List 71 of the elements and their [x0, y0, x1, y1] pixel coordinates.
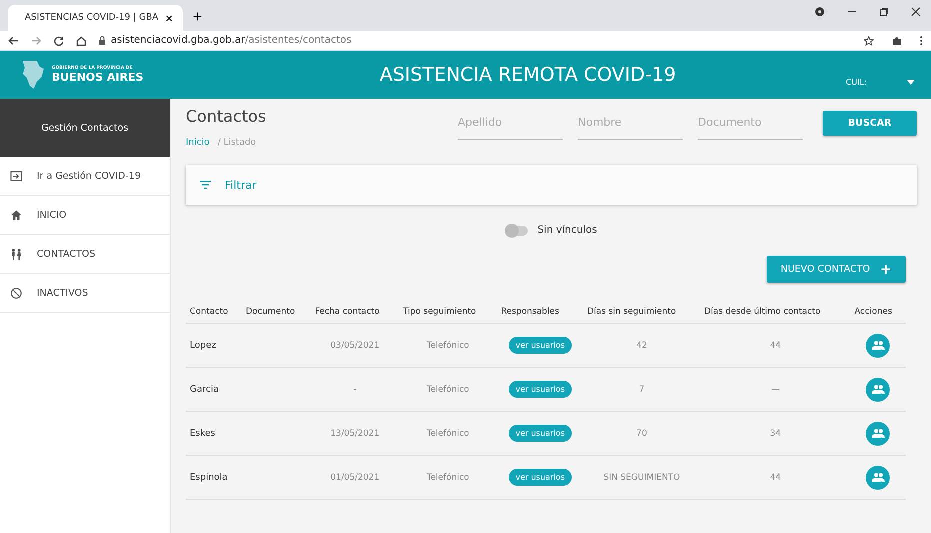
column-header: Fecha contacto	[311, 307, 400, 324]
user-label: CUIL:	[846, 78, 867, 86]
column-header: Días desde último contacto	[700, 307, 851, 324]
back-icon[interactable]	[8, 36, 19, 46]
caret-icon[interactable]	[907, 80, 915, 84]
sidebar-item[interactable]: CONTACTOS	[0, 235, 170, 274]
close-icon[interactable]	[911, 6, 921, 16]
table-cell: Garcia	[186, 368, 242, 412]
people-icon	[10, 248, 23, 260]
sidebar-header: Gestión Contactos	[0, 99, 170, 157]
sidebar-item[interactable]: Ir a Gestión COVID-19	[0, 157, 170, 196]
profile-icon[interactable]	[815, 6, 825, 16]
column-header: Responsables	[497, 307, 584, 324]
block-icon	[10, 286, 23, 300]
filter-icon	[200, 181, 211, 189]
column-header: Días sin seguimiento	[583, 307, 700, 324]
column-header: Contacto	[186, 307, 242, 324]
app-title: ASISTENCIA REMOTA COVID-19	[378, 64, 678, 86]
table-cell: 70	[583, 412, 700, 456]
exit-icon	[10, 170, 23, 182]
tab-close-button[interactable]: ×	[166, 10, 174, 26]
filter-label: Filtrar	[225, 178, 257, 192]
table-cell: SIN SEGUIMIENTO	[583, 456, 700, 500]
url-text[interactable]: asistenciacovid.gba.gob.ar/asistentes/contactos	[111, 35, 352, 46]
contacts-action-button[interactable]	[866, 422, 890, 446]
search-field[interactable]: Documento	[698, 114, 803, 140]
contacts-action-button[interactable]	[866, 334, 890, 358]
toggle-label: Sin vínculos	[538, 225, 598, 236]
map-logo-icon	[20, 59, 46, 91]
table-cell: Telefónico	[399, 368, 498, 412]
table-cell: 34	[700, 412, 851, 456]
restore-icon[interactable]	[879, 6, 889, 16]
star-icon[interactable]	[864, 36, 874, 46]
browser-tab[interactable]: ASISTENCIAS COVID-19 | GBA ×	[8, 5, 183, 31]
contacts-action-button[interactable]	[866, 378, 890, 402]
search-field[interactable]: Apellido	[458, 114, 563, 140]
column-header: Documento	[242, 307, 312, 324]
people-icon	[872, 341, 885, 350]
table-cell: Lopez	[186, 324, 242, 368]
people-icon	[872, 429, 885, 438]
table-cell: Espinola	[186, 456, 242, 500]
more-icon[interactable]	[920, 36, 923, 46]
table-cell: 13/05/2021	[311, 412, 400, 456]
column-header: Acciones	[850, 307, 906, 324]
people-icon	[872, 385, 885, 394]
breadcrumb-item: / Listado	[218, 138, 256, 148]
column-header: Tipo seguimiento	[399, 307, 498, 324]
reload-icon[interactable]	[54, 36, 64, 46]
home-icon[interactable]	[76, 36, 87, 46]
home-icon	[10, 208, 23, 222]
lock-icon	[99, 36, 106, 45]
contacts-action-button[interactable]	[866, 466, 890, 490]
table-cell: Eskes	[186, 412, 242, 456]
people-icon	[872, 473, 885, 482]
new-tab-button[interactable]: +	[193, 9, 202, 27]
table-cell: Telefónico	[399, 456, 498, 500]
table-cell: 03/05/2021	[311, 324, 400, 368]
table-cell: 44	[700, 456, 851, 500]
sidebar-item[interactable]: INICIO	[0, 196, 170, 235]
table-cell: -	[311, 368, 400, 412]
table-cell: 44	[700, 324, 851, 368]
search-field[interactable]: Nombre	[578, 114, 683, 140]
table-cell: Telefónico	[399, 412, 498, 456]
toggle-switch[interactable]	[506, 226, 528, 236]
table-cell: 01/05/2021	[311, 456, 400, 500]
sidebar-item[interactable]: INACTIVOS	[0, 274, 170, 313]
table-cell: 7	[583, 368, 700, 412]
page-title: Contactos	[186, 107, 266, 126]
table-cell: —	[700, 368, 851, 412]
table-cell: 42	[583, 324, 700, 368]
table-cell: Telefónico	[399, 324, 498, 368]
